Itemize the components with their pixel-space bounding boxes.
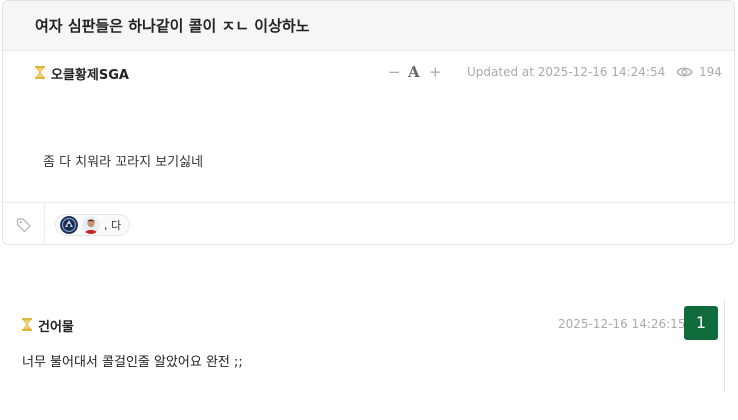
eye-icon xyxy=(676,67,693,77)
reaction-pill[interactable]: , 다 xyxy=(55,214,131,236)
comment-timestamp: 2025-12-16 14:26:15 xyxy=(558,317,686,331)
reaction-row: , 다 xyxy=(3,202,734,244)
font-decrease-button[interactable]: − xyxy=(388,63,401,81)
comment-author[interactable]: 건어물 xyxy=(38,316,74,335)
tag-icon-box xyxy=(3,203,45,244)
post-card: 여자 심판들은 하나같이 콜이 ㅈㄴ 이상하노 오클황제SGA − A + Up… xyxy=(2,0,735,245)
team-logo-avatar xyxy=(60,216,78,234)
post-title-bar: 여자 심판들은 하나같이 콜이 ㅈㄴ 이상하노 xyxy=(3,1,734,51)
reaction-label: , 다 xyxy=(104,219,122,232)
post-author[interactable]: 오클황제SGA xyxy=(51,64,129,83)
font-increase-button[interactable]: + xyxy=(429,63,442,81)
comment-divider xyxy=(724,300,725,392)
updated-timestamp: Updated at 2025-12-16 14:24:54 xyxy=(467,65,666,79)
font-size-button[interactable]: A xyxy=(408,63,420,81)
comment-text: 너무 불어대서 콜걸인줄 알았어요 완전 ;; xyxy=(22,355,243,370)
player-avatar xyxy=(82,216,100,234)
post-body: 좀 다 치워라 꼬라지 보기싫네 xyxy=(43,155,204,170)
comment: 건어물 2025-12-16 14:26:15 1 너무 불어대서 콜걸인줄 알… xyxy=(0,300,738,400)
hourglass-icon xyxy=(35,66,45,79)
hourglass-icon xyxy=(22,318,32,331)
post-title: 여자 심판들은 하나같이 콜이 ㅈㄴ 이상하노 xyxy=(35,17,310,35)
view-count: 194 xyxy=(699,65,722,79)
tag-icon[interactable] xyxy=(16,217,32,233)
post-meta: 오클황제SGA − A + Updated at 2025-12-16 14:2… xyxy=(3,63,734,83)
comment-number-badge[interactable]: 1 xyxy=(684,306,718,340)
